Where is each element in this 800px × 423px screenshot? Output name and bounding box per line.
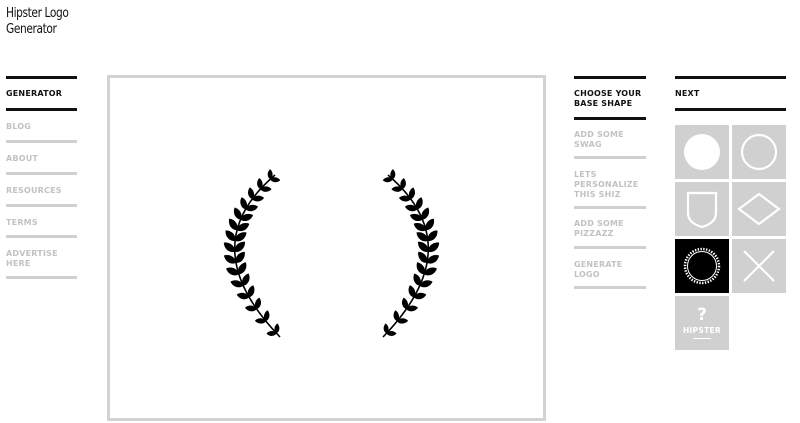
nav-item-about[interactable]: About: [6, 154, 77, 164]
step-choose-base-shape[interactable]: Choose your base shape: [574, 89, 646, 109]
shape-tile-filled-circle[interactable]: [675, 125, 729, 179]
step-generate-logo[interactable]: Generate logo: [574, 260, 646, 280]
next-button[interactable]: Next: [675, 89, 700, 99]
left-laurel-leaves: [221, 169, 281, 337]
app-title-line-2: Generator: [6, 22, 57, 37]
step-personalize[interactable]: Lets personalize this shiz: [574, 170, 646, 200]
random-hipster-label: HIPSTER: [682, 326, 722, 335]
circle-outline-icon: [740, 133, 778, 171]
laurel-leaf: [408, 211, 424, 223]
nav-divider: [6, 140, 77, 143]
app-title-line-1: Hipster Logo: [6, 6, 69, 21]
nav-item-advertise-here[interactable]: Advertise here: [6, 249, 66, 269]
nav-item-resources[interactable]: Resources: [6, 186, 77, 196]
laurel-wreath-icon: [221, 169, 442, 338]
step-add-some-swag[interactable]: Add some swag: [574, 130, 646, 150]
filled-circle-icon: [684, 134, 720, 170]
nav-divider: [6, 172, 77, 175]
shape-tile-random-hipster[interactable]: ? HIPSTER: [675, 296, 729, 350]
nav-top-rule: [6, 76, 77, 79]
nav-divider: [6, 108, 77, 111]
shape-tile-circle-outline[interactable]: [732, 125, 786, 179]
app-title: Hipster Logo Generator: [6, 6, 80, 38]
nav-divider: [6, 235, 77, 238]
step-divider: [574, 206, 646, 209]
next-divider: [675, 108, 786, 111]
dotted-circle-icon: [683, 247, 721, 285]
nav-item-terms[interactable]: Terms: [6, 218, 77, 228]
laurel-leaf: [418, 278, 434, 289]
nav-item-generator[interactable]: Generator: [6, 89, 77, 99]
step-divider: [574, 156, 646, 159]
nav-divider: [6, 204, 77, 207]
shield-icon: [686, 191, 718, 229]
nav-divider: [6, 276, 77, 279]
step-add-some-pizzazz[interactable]: Add some pizzazz: [574, 219, 646, 239]
step-divider: [574, 246, 646, 249]
shape-tile-shield[interactable]: [675, 182, 729, 236]
next-top-rule: [675, 76, 786, 79]
laurel-leaf: [229, 278, 245, 289]
steps-top-rule: [574, 76, 646, 79]
question-mark-icon: ?: [697, 305, 707, 325]
laurel-leaf: [239, 211, 255, 223]
hipster-underline: [693, 338, 711, 339]
shape-tile-x[interactable]: [732, 239, 786, 293]
shape-tile-dotted-circle[interactable]: [675, 239, 729, 293]
logo-canvas: [107, 75, 546, 421]
shape-tile-diamond[interactable]: [732, 182, 786, 236]
step-divider: [574, 286, 646, 289]
nav-item-blog[interactable]: Blog: [6, 122, 77, 132]
right-laurel-leaves: [382, 169, 442, 337]
diamond-icon: [737, 192, 781, 226]
x-icon: [743, 250, 775, 282]
step-divider: [574, 117, 646, 120]
